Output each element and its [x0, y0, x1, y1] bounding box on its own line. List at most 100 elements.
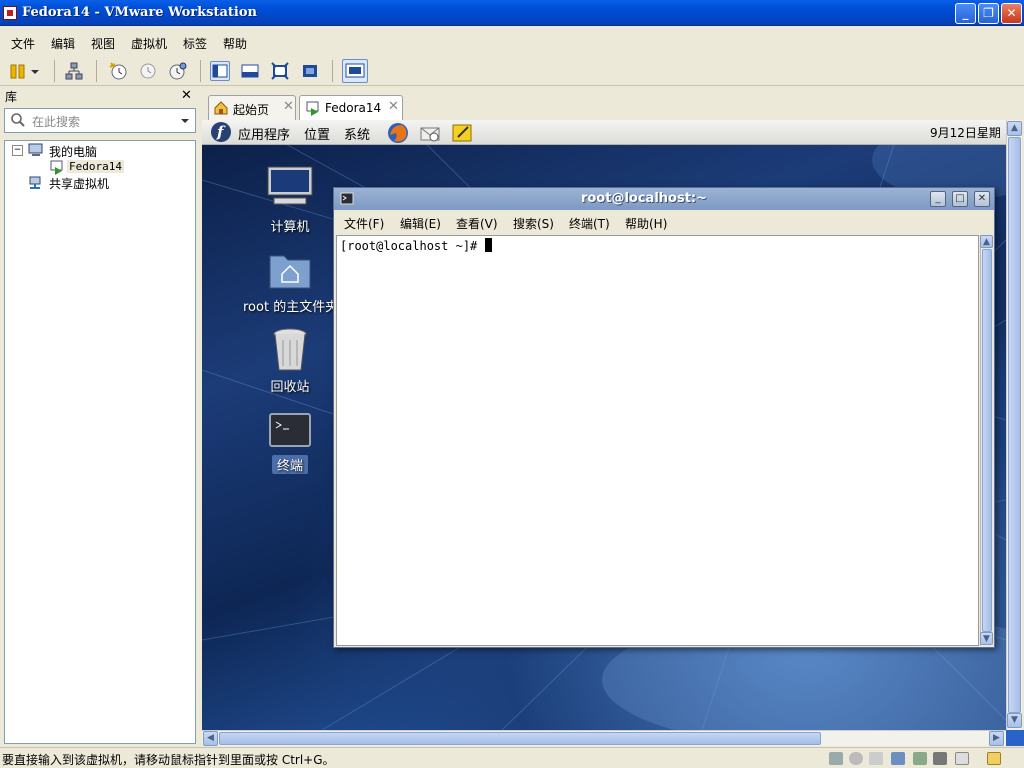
panel-menu-system[interactable]: 系统: [344, 124, 370, 143]
shell-prompt-text: [root@localhost ~]#: [340, 239, 485, 253]
tree-item-shared-vms[interactable]: 共享虚拟机: [49, 175, 109, 192]
search-dropdown-icon[interactable]: [179, 110, 191, 133]
desktop-label-trash[interactable]: 回收站: [250, 376, 330, 395]
toolbar-separator: [200, 60, 201, 82]
show-console-icon[interactable]: [240, 61, 260, 81]
shell-prompt: [root@localhost ~]#: [340, 238, 492, 253]
terminal-scroll-up-icon[interactable]: ▲: [980, 235, 993, 248]
library-search[interactable]: 在此搜索: [4, 108, 196, 133]
restore-button[interactable]: ❐: [978, 3, 999, 24]
terminal-menu-file[interactable]: 文件(F): [344, 215, 384, 232]
snapshot-revert-icon[interactable]: [138, 61, 158, 81]
minimize-button[interactable]: _: [955, 3, 976, 24]
tab-fedora14-close-icon[interactable]: ✕: [388, 99, 399, 114]
unity-icon[interactable]: [300, 61, 320, 81]
computer-icon[interactable]: [264, 164, 316, 210]
terminal-scrollbar[interactable]: ▲ ▼: [980, 235, 993, 646]
panel-menu-places[interactable]: 位置: [304, 124, 330, 143]
vertical-scroll-thumb[interactable]: [1008, 137, 1021, 713]
display-icon[interactable]: [955, 752, 969, 765]
floppy-icon[interactable]: [869, 752, 883, 765]
terminal-menu-view[interactable]: 查看(V): [456, 215, 498, 232]
fedora-logo-icon[interactable]: f: [210, 121, 232, 146]
cdrom-icon[interactable]: [849, 752, 863, 765]
window-title: Fedora14 - VMware Workstation: [22, 5, 257, 20]
tree-item-fedora14[interactable]: Fedora14: [67, 160, 124, 173]
terminal-titlebar[interactable]: root@localhost:~ _ □ ✕: [334, 188, 994, 210]
terminal-output[interactable]: [root@localhost ~]#: [336, 235, 979, 646]
firefox-icon[interactable]: [386, 121, 410, 148]
menu-tabs[interactable]: 标签: [183, 35, 207, 52]
library-header: 库 ✕: [0, 88, 200, 106]
usb-icon[interactable]: [913, 752, 927, 765]
library-title: 库: [5, 90, 18, 104]
terminal-close-button[interactable]: ✕: [974, 191, 990, 207]
trash-icon[interactable]: [270, 326, 310, 374]
menu-help[interactable]: 帮助: [223, 35, 247, 52]
close-button[interactable]: ✕: [1001, 3, 1022, 24]
menu-edit[interactable]: 编辑: [51, 35, 75, 52]
terminal-minimize-button[interactable]: _: [930, 191, 946, 207]
desktop-label-home-folder[interactable]: root 的主文件夹: [243, 296, 333, 315]
menu-vm[interactable]: 虚拟机: [131, 35, 167, 52]
tab-home[interactable]: 起始页 ✕: [208, 95, 296, 120]
sound-icon[interactable]: [933, 752, 947, 765]
terminal-menu-search[interactable]: 搜索(S): [513, 215, 554, 232]
scroll-up-icon[interactable]: ▲: [1007, 121, 1022, 136]
desktop-label-computer[interactable]: 计算机: [250, 216, 330, 235]
vm-play-icon: [305, 100, 321, 119]
show-sidebar-icon[interactable]: [210, 61, 230, 81]
terminal-menubar: 文件(F) 编辑(E) 查看(V) 搜索(S) 终端(T) 帮助(H): [334, 210, 994, 234]
my-computer-icon: [27, 142, 45, 161]
terminal-maximize-button[interactable]: □: [952, 191, 968, 207]
window-titlebar[interactable]: Fedora14 - VMware Workstation _ ❐ ✕: [0, 0, 1024, 26]
network-icon[interactable]: [64, 61, 84, 81]
terminal-menu-help[interactable]: 帮助(H): [625, 215, 667, 232]
hard-disk-icon[interactable]: [829, 752, 843, 765]
shared-vms-icon: [27, 175, 43, 194]
terminal-scroll-thumb[interactable]: [982, 249, 992, 632]
toolbar-separator: [54, 60, 55, 82]
message-log-icon[interactable]: [987, 752, 1001, 765]
scroll-left-icon[interactable]: ◀: [203, 731, 218, 746]
console-horizontal-scrollbar[interactable]: ◀ ▶: [202, 730, 1006, 746]
panel-menu-applications[interactable]: 应用程序: [238, 124, 290, 143]
scroll-corner: [1006, 730, 1024, 746]
notes-icon[interactable]: [450, 121, 474, 148]
search-icon: [10, 112, 26, 131]
status-bar: 要直接输入到该虚拟机，请移动鼠标指针到里面或按 Ctrl+G。: [0, 747, 1024, 768]
terminal-icon[interactable]: [268, 412, 312, 450]
scroll-down-icon[interactable]: ▼: [1007, 713, 1022, 728]
menu-view[interactable]: 视图: [91, 35, 115, 52]
scroll-right-icon[interactable]: ▶: [989, 731, 1004, 746]
terminal-menu-edit[interactable]: 编辑(E): [400, 215, 441, 232]
dropdown-arrow-icon[interactable]: [28, 61, 42, 81]
horizontal-scroll-thumb[interactable]: [219, 732, 821, 745]
panel-clock[interactable]: 9月12日星期: [930, 124, 1001, 141]
fullscreen-icon[interactable]: [270, 61, 290, 81]
tab-strip: 起始页 ✕ Fedora14 ✕: [202, 92, 1024, 121]
suspend-icon[interactable]: [8, 61, 28, 81]
tab-fedora14-label: Fedora14: [325, 101, 382, 115]
home-icon: [213, 100, 229, 119]
text-cursor: [484, 238, 492, 252]
evolution-mail-icon[interactable]: [418, 121, 442, 148]
tree-collapse-toggle[interactable]: −: [12, 145, 23, 156]
terminal-title: root@localhost:~: [580, 191, 708, 206]
library-close-button[interactable]: ✕: [181, 88, 192, 103]
quick-switch-icon[interactable]: [342, 59, 368, 83]
snapshot-manager-icon[interactable]: [168, 61, 188, 81]
tree-item-my-computer[interactable]: 我的电脑: [49, 143, 97, 160]
desktop-label-terminal[interactable]: 终端: [272, 455, 308, 474]
terminal-scroll-down-icon[interactable]: ▼: [980, 632, 993, 645]
tab-fedora14[interactable]: Fedora14 ✕: [299, 95, 403, 121]
menubar: 文件 编辑 视图 虚拟机 标签 帮助: [0, 26, 1024, 56]
console-vertical-scrollbar[interactable]: ▲ ▼: [1006, 120, 1022, 730]
menu-file[interactable]: 文件: [11, 35, 35, 52]
terminal-menu-terminal[interactable]: 终端(T): [569, 215, 610, 232]
terminal-window[interactable]: root@localhost:~ _ □ ✕ 文件(F) 编辑(E) 查看(V)…: [333, 187, 995, 648]
tab-home-close-icon[interactable]: ✕: [283, 99, 294, 114]
network-adapter-icon[interactable]: [891, 752, 905, 765]
home-folder-icon[interactable]: [268, 250, 312, 290]
snapshot-take-icon[interactable]: [108, 61, 128, 81]
